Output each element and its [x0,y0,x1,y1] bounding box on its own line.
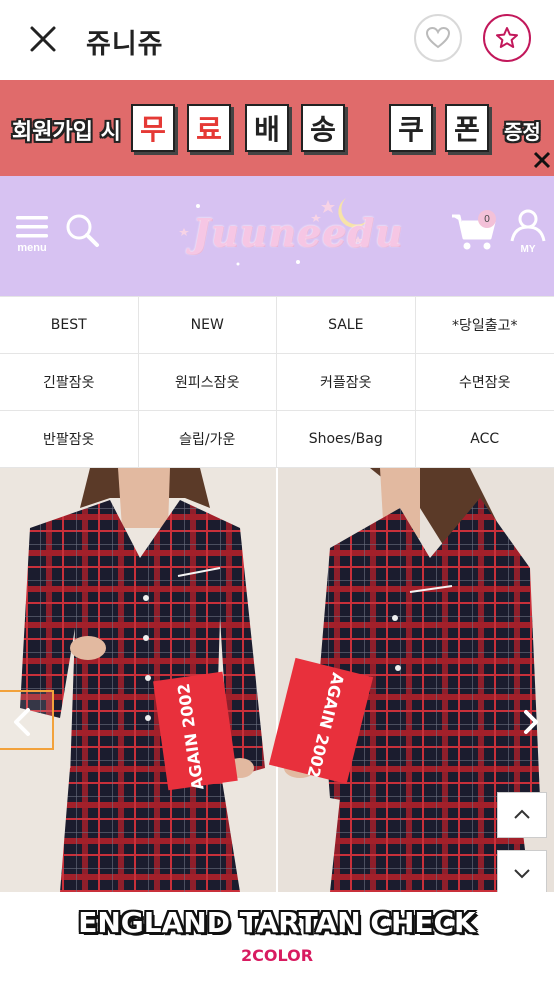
favorite-button[interactable] [483,14,531,62]
product-image-slider[interactable]: AGAIN 2002 AGAIN 2002 [0,468,554,892]
promo-tile: 쿠 [389,104,433,152]
menu-button[interactable]: menu [14,214,54,258]
app-bar: 쥬니쥬 [0,0,554,80]
promo-lead-text: 회원가입 시 [12,120,121,145]
category-short-sleeve[interactable]: 반팔잠옷 [0,411,139,468]
site-logo[interactable]: Juuneedu [178,192,402,272]
promo-close-button[interactable] [532,150,552,170]
promo-tile: 무 [131,104,175,152]
promo-tail-text: 증정 [504,120,541,144]
category-couple[interactable]: 커플잠옷 [277,354,416,411]
category-grid: BEST NEW SALE *당일출고* 긴팔잠옷 원피스잠옷 커플잠옷 수면잠… [0,296,554,468]
menu-label: menu [17,242,47,254]
slider-prev-button[interactable] [0,690,54,750]
my-label: MY [520,244,536,255]
close-icon [533,151,551,169]
product-title: ENGLAND TARTAN CHECK [78,906,476,939]
category-sale[interactable]: SALE [277,297,416,354]
promo-tile: 송 [301,104,345,152]
my-account-button[interactable]: MY [508,208,548,256]
product-photo: AGAIN 2002 AGAIN 2002 [0,468,554,892]
category-long-sleeve[interactable]: 긴팔잠옷 [0,354,139,411]
product-color-count: 2COLOR [240,946,314,965]
star-icon [496,27,518,48]
slider-next-button[interactable] [516,700,546,744]
chevron-right-icon [524,710,538,734]
user-icon [510,209,546,242]
category-same-day[interactable]: *당일출고* [415,297,554,354]
promo-banner[interactable]: 회원가입 시 무 료 배 송 쿠 폰 증정 [0,80,554,176]
category-sleep[interactable]: 수면잠옷 [415,354,554,411]
heart-icon [426,27,450,49]
scroll-down-button[interactable] [497,850,547,896]
category-dress[interactable]: 원피스잠옷 [138,354,277,411]
category-acc[interactable]: ACC [415,411,554,468]
category-slip-gown[interactable]: 슬립/가운 [138,411,277,468]
category-shoes-bag[interactable]: Shoes/Bag [277,411,416,468]
cart-count-badge: 0 [478,210,496,228]
logo-text: Juuneedu [192,210,404,255]
close-icon [30,26,56,52]
chevron-up-icon [514,809,530,819]
app-title: 쥬니쥬 [86,29,164,60]
hamburger-icon [16,216,48,238]
site-header: menu Juuneedu 0 MY [0,176,554,296]
product-caption: ENGLAND TARTAN CHECK 2COLOR [0,892,554,992]
search-button[interactable] [64,212,100,248]
scroll-up-button[interactable] [497,792,547,838]
promo-tile: 폰 [445,104,489,152]
chevron-down-icon [514,869,530,879]
promo-tile: 료 [187,104,231,152]
category-best[interactable]: BEST [0,297,139,354]
chevron-left-icon [14,708,30,736]
wishlist-button[interactable] [414,14,462,62]
promo-tile: 배 [245,104,289,152]
category-new[interactable]: NEW [138,297,277,354]
search-icon [66,214,99,247]
close-button[interactable] [22,18,62,58]
